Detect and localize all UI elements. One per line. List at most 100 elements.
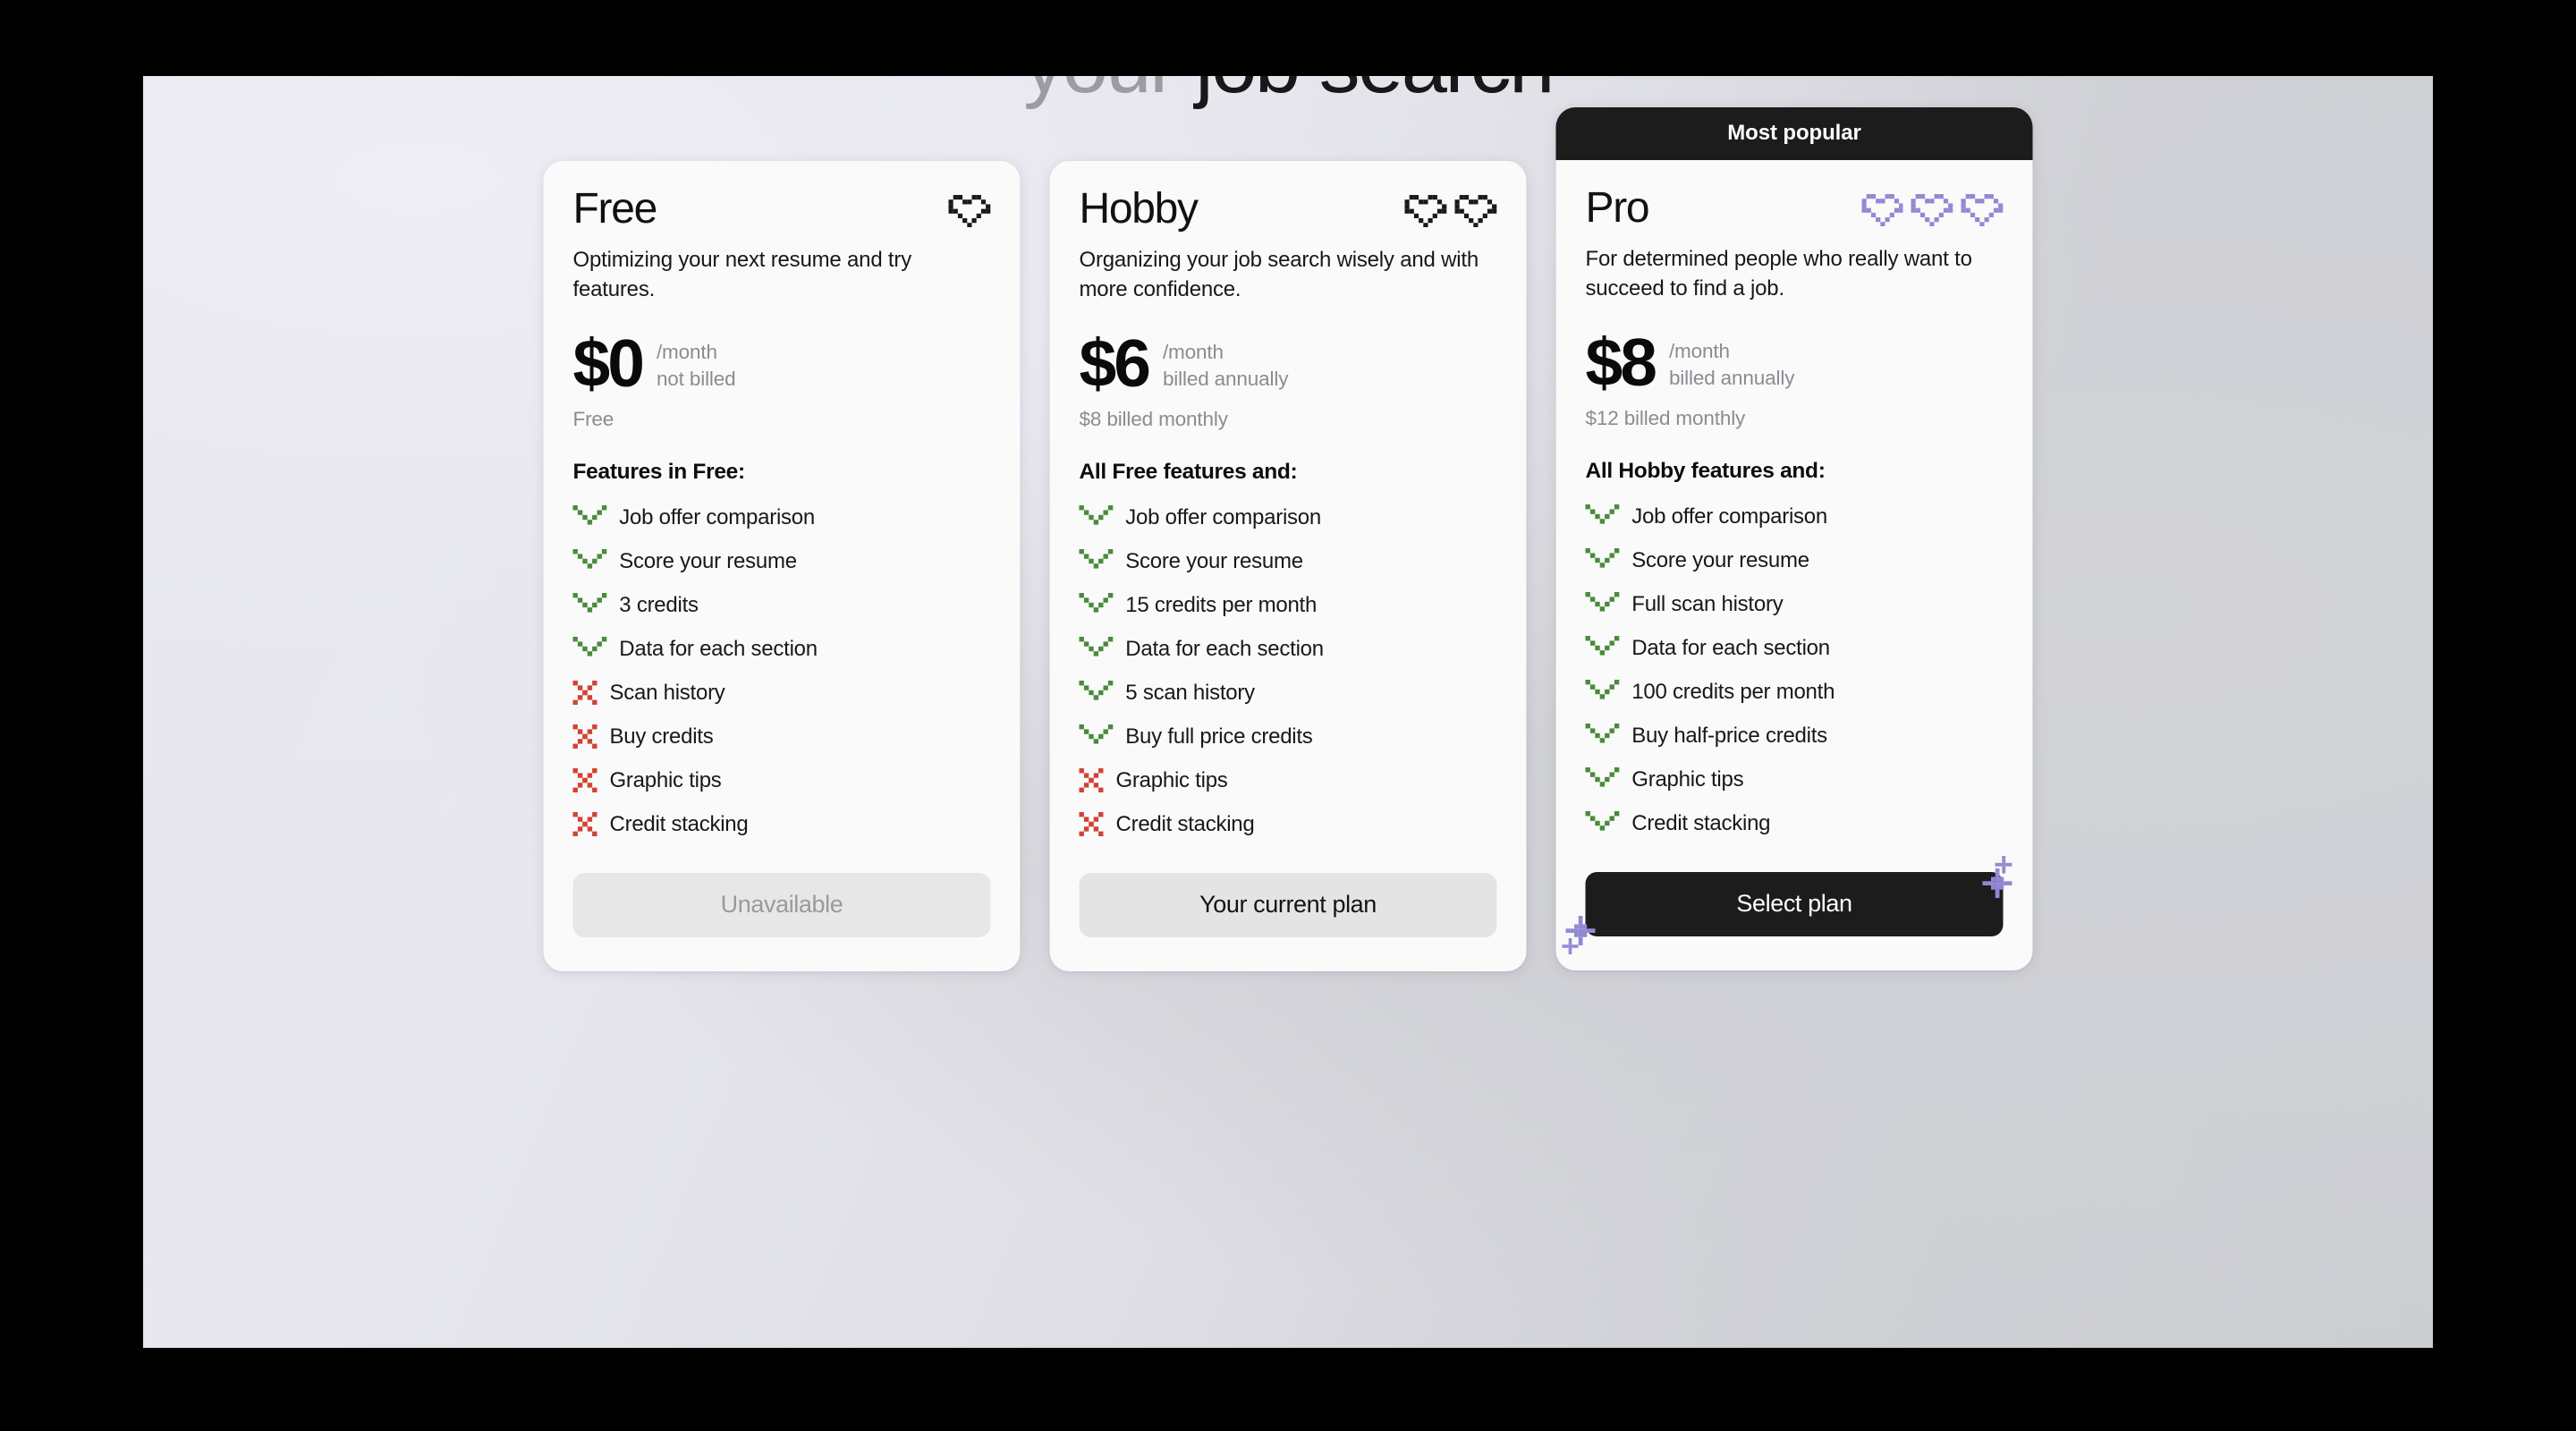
- feature-label: 100 credits per month: [1631, 679, 1835, 704]
- feature-item: Graphic tips: [572, 758, 991, 802]
- feature-label: Job offer comparison: [619, 504, 815, 529]
- feature-label: Scan history: [609, 680, 725, 705]
- feature-label: Buy full price credits: [1125, 724, 1313, 749]
- feature-label: Full scan history: [1631, 591, 1784, 616]
- feature-label: Score your resume: [619, 548, 797, 573]
- check-icon: [1079, 637, 1114, 661]
- feature-item: Score your resume: [1079, 539, 1497, 583]
- feature-item: Credit stacking: [1079, 802, 1497, 846]
- feature-item: Graphic tips: [1079, 758, 1497, 802]
- heart-icon: [1961, 194, 2004, 227]
- plan-price-billing: billed annually: [1668, 366, 1795, 389]
- card-header-free: Free: [573, 186, 991, 238]
- feature-label: Job offer comparison: [1631, 504, 1827, 529]
- feature-label: 3 credits: [619, 592, 699, 617]
- page-title-muted: your: [1023, 76, 1176, 110]
- plan-price-billing: billed annually: [1162, 367, 1289, 390]
- cta-wrapper-hobby: Your current plan: [1079, 873, 1497, 938]
- feature-item: Data for each section: [1585, 626, 2004, 670]
- heart-icon: [1911, 194, 1953, 227]
- cta-button-free: Unavailable: [572, 873, 991, 938]
- cross-icon: [1079, 768, 1104, 793]
- pricing-card-free: Free Optimizing your next resume and try…: [543, 161, 1021, 972]
- cross-icon: [1079, 812, 1104, 837]
- check-icon: [1079, 549, 1114, 573]
- card-body-hobby: Hobby Organizing your job search wisely …: [1050, 161, 1527, 971]
- feature-item: 5 scan history: [1079, 671, 1497, 715]
- check-icon: [572, 549, 607, 573]
- cta-button-pro[interactable]: Select plan: [1585, 872, 2004, 937]
- plan-tagline-pro: For determined people who really want to…: [1585, 247, 1972, 301]
- feature-label: Credit stacking: [1631, 810, 1771, 835]
- feature-label: Credit stacking: [1115, 811, 1255, 836]
- plan-price-amount: $8: [1585, 325, 1657, 401]
- cross-icon: [572, 768, 597, 793]
- features-list-free: Job offer comparison Score your resume 3…: [572, 495, 991, 846]
- feature-label: Graphic tips: [1115, 767, 1228, 792]
- plan-rating-hearts: [1861, 194, 2004, 227]
- feature-label: 15 credits per month: [1125, 592, 1318, 617]
- feature-item: Score your resume: [572, 539, 991, 583]
- screen: your job search Free Optimizing your nex…: [0, 0, 2576, 1431]
- feature-item: 3 credits: [572, 583, 991, 627]
- check-icon: [1585, 680, 1620, 704]
- plan-tagline-hobby: Organizing your job search wisely and wi…: [1079, 248, 1479, 301]
- check-icon: [1079, 593, 1114, 617]
- feature-label: Graphic tips: [609, 767, 722, 792]
- check-icon: [1585, 724, 1620, 748]
- feature-label: Buy half-price credits: [1631, 723, 1827, 748]
- plan-tagline-free: Optimizing your next resume and try feat…: [572, 248, 912, 301]
- pricing-card-hobby: Hobby Organizing your job search wisely …: [1049, 161, 1527, 972]
- check-icon: [1585, 636, 1620, 660]
- cta-button-hobby[interactable]: Your current plan: [1079, 873, 1497, 938]
- feature-item: Credit stacking: [1585, 801, 2004, 845]
- heart-icon: [1404, 195, 1447, 228]
- feature-item: 15 credits per month: [1079, 583, 1497, 627]
- cta-wrapper-pro: Select plan: [1562, 856, 2012, 955]
- plan-price-amount: $0: [572, 326, 645, 402]
- feature-label: Score your resume: [1631, 547, 1809, 572]
- plan-price-billing: not billed: [656, 367, 736, 390]
- features-list-pro: Job offer comparison Score your resume F…: [1585, 495, 2004, 845]
- card-header-hobby: Hobby: [1080, 186, 1497, 238]
- features-heading-hobby: All Free features and:: [1079, 460, 1298, 485]
- plan-price-meta: /month not billed: [657, 334, 736, 392]
- card-body-pro: Pro For determined people who really wan…: [1556, 160, 2033, 970]
- pricing-card-row: Free Optimizing your next resume and try…: [543, 107, 2033, 972]
- plan-price-period: /month: [656, 341, 717, 364]
- feature-item: Buy credits: [572, 715, 991, 758]
- feature-item: Data for each section: [572, 627, 991, 671]
- plan-price-meta: /month billed annually: [1162, 334, 1289, 392]
- plan-price-period: /month: [1668, 340, 1730, 363]
- features-heading-pro: All Hobby features and:: [1585, 459, 1826, 484]
- plan-name-pro: Pro: [1585, 184, 1650, 232]
- check-icon: [1585, 767, 1620, 792]
- plan-rating-hearts: [1404, 195, 1497, 228]
- feature-label: 5 scan history: [1125, 680, 1255, 705]
- cta-wrapper-free: Unavailable: [572, 873, 991, 938]
- page-viewport: your job search Free Optimizing your nex…: [143, 76, 2433, 1348]
- check-icon: [1079, 724, 1114, 749]
- pricing-card-pro: Most popular Pro For determined people w…: [1555, 107, 2033, 971]
- plan-rating-hearts: [948, 195, 991, 228]
- feature-item: Scan history: [572, 671, 991, 715]
- heart-icon: [1861, 194, 1903, 227]
- plan-billing-note: $12 billed monthly: [1585, 407, 1746, 430]
- feature-item: 100 credits per month: [1585, 670, 2004, 714]
- plan-price-row-pro: $8 /month billed annually: [1585, 325, 2004, 401]
- feature-item: Job offer comparison: [572, 495, 991, 539]
- check-icon: [572, 637, 607, 661]
- feature-item: Score your resume: [1585, 538, 2004, 582]
- feature-item: Job offer comparison: [1585, 495, 2004, 538]
- plan-billing-note: $8 billed monthly: [1079, 408, 1228, 431]
- feature-item: Job offer comparison: [1079, 495, 1497, 539]
- plan-price-row-hobby: $6 /month billed annually: [1080, 330, 1497, 397]
- check-icon: [1585, 504, 1620, 529]
- feature-item: Credit stacking: [572, 802, 991, 846]
- features-heading-free: Features in Free:: [572, 460, 746, 485]
- check-icon: [1585, 811, 1620, 835]
- plan-name-hobby: Hobby: [1079, 185, 1199, 233]
- cross-icon: [572, 812, 597, 837]
- page-title-dark: job search: [1195, 76, 1555, 110]
- card-body-free: Free Optimizing your next resume and try…: [544, 161, 1021, 971]
